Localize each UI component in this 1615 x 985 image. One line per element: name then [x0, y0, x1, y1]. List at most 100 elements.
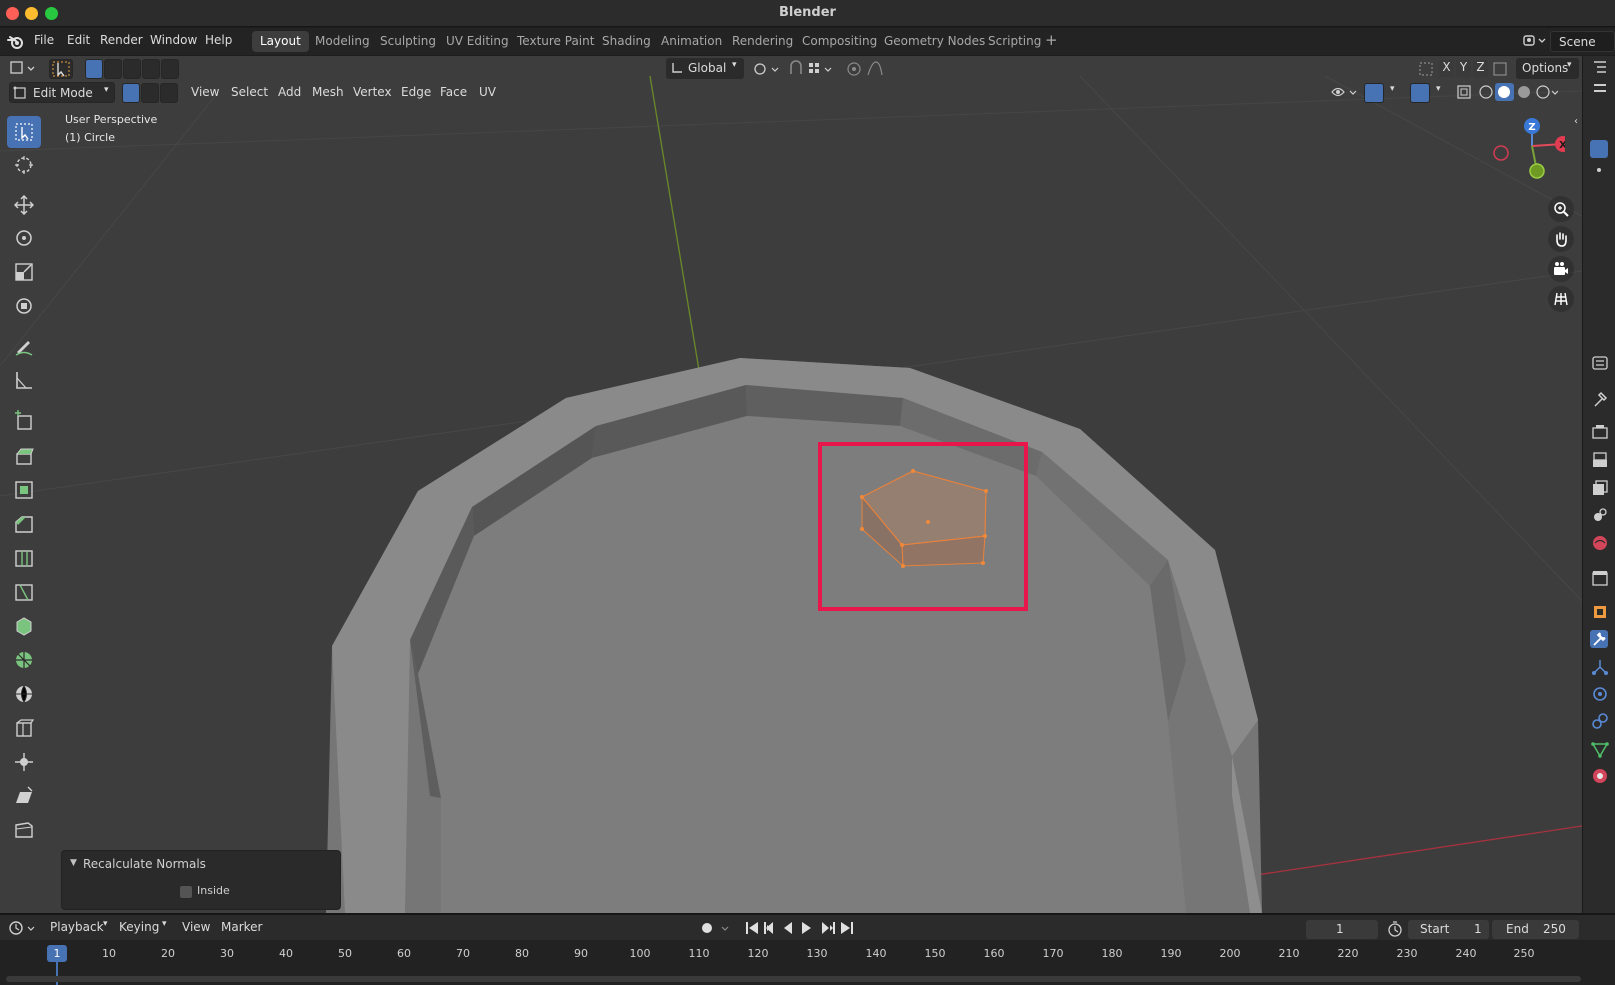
timeline-scrollbar[interactable] — [6, 976, 1581, 982]
tab-shading[interactable]: Shading — [594, 31, 659, 52]
timeline-menu-keying[interactable]: Keying — [119, 920, 159, 934]
select-tool-header-button[interactable] — [49, 59, 73, 79]
pan-button[interactable] — [1548, 226, 1574, 252]
mesh-data-icon[interactable] — [1591, 740, 1609, 758]
timeline-menu-view[interactable]: View — [182, 920, 210, 934]
start-frame-field[interactable]: Start 1 — [1408, 920, 1489, 939]
editor-type-icon[interactable] — [9, 59, 39, 77]
viewport-menu-add[interactable]: Add — [278, 85, 301, 99]
tab-sculpting[interactable]: Sculpting — [372, 31, 444, 52]
tool-cursor[interactable] — [7, 149, 41, 181]
select-mode-intersect-button[interactable] — [161, 59, 179, 79]
modifier-properties-icon[interactable] — [1590, 630, 1608, 648]
menu-window[interactable]: Window — [150, 33, 197, 47]
material-icon[interactable] — [1591, 767, 1609, 785]
tool-edge-slide[interactable] — [7, 712, 41, 744]
collapse-arrow-icon[interactable]: ▼ — [70, 858, 77, 868]
axis-y-toggle[interactable]: Y — [1456, 60, 1471, 77]
tool-shrink-fatten[interactable] — [7, 746, 41, 778]
tool-bevel[interactable] — [7, 508, 41, 540]
tab-animation[interactable]: Animation — [653, 31, 730, 52]
end-frame-field[interactable]: End 250 — [1492, 920, 1579, 939]
timeline-editor-icon[interactable] — [8, 919, 38, 937]
blender-logo-icon[interactable] — [6, 32, 26, 52]
tab-texture-paint[interactable]: Texture Paint — [509, 31, 602, 52]
gizmo-toggle-button[interactable] — [1364, 83, 1384, 103]
tool-rotate[interactable] — [7, 222, 41, 254]
outliner-icon[interactable] — [1591, 58, 1609, 76]
playback-controls[interactable] — [744, 919, 864, 937]
tab-compositing[interactable]: Compositing — [794, 31, 885, 52]
menu-edit[interactable]: Edit — [67, 33, 90, 47]
transform-orientation-dropdown[interactable]: Global ▾ — [666, 58, 744, 79]
tab-geometry-nodes[interactable]: Geometry Nodes — [876, 31, 993, 52]
viewport-menu-uv[interactable]: UV — [479, 85, 496, 99]
pivot-point-icon[interactable] — [752, 60, 782, 78]
collection-properties-icon[interactable] — [1591, 569, 1609, 587]
render-properties-icon[interactable] — [1591, 423, 1609, 441]
output-properties-icon[interactable] — [1591, 451, 1609, 469]
tool-shear[interactable] — [7, 780, 41, 812]
tool-extrude[interactable] — [7, 440, 41, 472]
shading-mode-buttons[interactable] — [1478, 83, 1558, 101]
particles-icon[interactable] — [1591, 658, 1609, 676]
viewport-menu-face[interactable]: Face — [440, 85, 467, 99]
mesh-symmetry-icon[interactable] — [1491, 60, 1509, 78]
scene-selector-icon[interactable] — [1522, 33, 1548, 49]
tool-rip[interactable] — [7, 814, 41, 846]
viewport-menu-mesh[interactable]: Mesh — [312, 85, 344, 99]
scene-properties-icon[interactable] — [1591, 506, 1609, 524]
record-keyframe-icon[interactable] — [698, 919, 734, 937]
tool-add-cube[interactable] — [7, 404, 41, 436]
filter-icon[interactable] — [1591, 80, 1609, 98]
timeline-menu-playback[interactable]: Playback — [50, 920, 104, 934]
viewport-menu-select[interactable]: Select — [231, 85, 268, 99]
tool-transform[interactable] — [7, 290, 41, 322]
axis-z-toggle[interactable]: Z — [1473, 60, 1488, 77]
overlay-toggle-button[interactable] — [1410, 83, 1430, 103]
viewport-menu-vertex[interactable]: Vertex — [353, 85, 392, 99]
tool-smooth[interactable] — [7, 678, 41, 710]
xray-icon[interactable] — [1455, 83, 1473, 101]
snap-target-icon[interactable] — [806, 60, 836, 78]
face-select-button[interactable] — [160, 83, 178, 103]
tab-uv-editing[interactable]: UV Editing — [438, 31, 517, 52]
proportional-edit-icon[interactable] — [845, 60, 863, 78]
camera-view-button[interactable] — [1548, 256, 1574, 282]
options-dropdown[interactable]: Options ▾ — [1516, 58, 1579, 79]
perspective-toggle-button[interactable] — [1548, 286, 1574, 312]
timeline-menu-marker[interactable]: Marker — [221, 920, 262, 934]
axis-x-toggle[interactable]: X — [1439, 60, 1454, 77]
zoom-button[interactable] — [1548, 196, 1574, 222]
menu-render[interactable]: Render — [100, 33, 143, 47]
chevron-down-icon[interactable]: ▾ — [1436, 84, 1441, 94]
scene-field[interactable]: Scene — [1550, 31, 1615, 52]
add-workspace-icon[interactable]: + — [1045, 31, 1058, 49]
tool-knife[interactable] — [7, 576, 41, 608]
tab-layout[interactable]: Layout — [252, 31, 309, 52]
edge-select-button[interactable] — [141, 83, 159, 103]
mode-dropdown[interactable]: Edit Mode ▾ — [9, 82, 115, 103]
tool-poly-build[interactable] — [7, 610, 41, 642]
falloff-icon[interactable] — [866, 60, 896, 78]
inside-checkbox[interactable] — [180, 886, 192, 898]
operator-panel[interactable]: ▼ Recalculate Normals Inside — [61, 850, 341, 910]
menu-help[interactable]: Help — [205, 33, 232, 47]
navigation-gizmo[interactable]: Z X — [1485, 116, 1565, 196]
tool-scale[interactable] — [7, 256, 41, 288]
viewport-menu-view[interactable]: View — [191, 85, 219, 99]
select-mode-new-button[interactable] — [85, 59, 103, 79]
gizmo-mirror-icon[interactable] — [1417, 60, 1435, 78]
collection-view-icon[interactable] — [1590, 140, 1608, 158]
menu-file[interactable]: File — [34, 33, 54, 47]
current-frame-field[interactable]: 1 — [1306, 920, 1378, 939]
select-mode-invert-button[interactable] — [142, 59, 160, 79]
viewport-menu-edge[interactable]: Edge — [401, 85, 431, 99]
snap-icon[interactable] — [787, 60, 805, 78]
vertex-select-button[interactable] — [122, 83, 140, 103]
view-layer-icon[interactable] — [1591, 479, 1609, 497]
timeline-ruler[interactable]: 1 10 20 30 40 50 60 70 80 90 100 110 120… — [0, 940, 1615, 985]
visibility-icon[interactable] — [1330, 83, 1360, 101]
tool-properties-icon[interactable] — [1591, 390, 1609, 408]
tool-select-box[interactable] — [7, 116, 41, 148]
